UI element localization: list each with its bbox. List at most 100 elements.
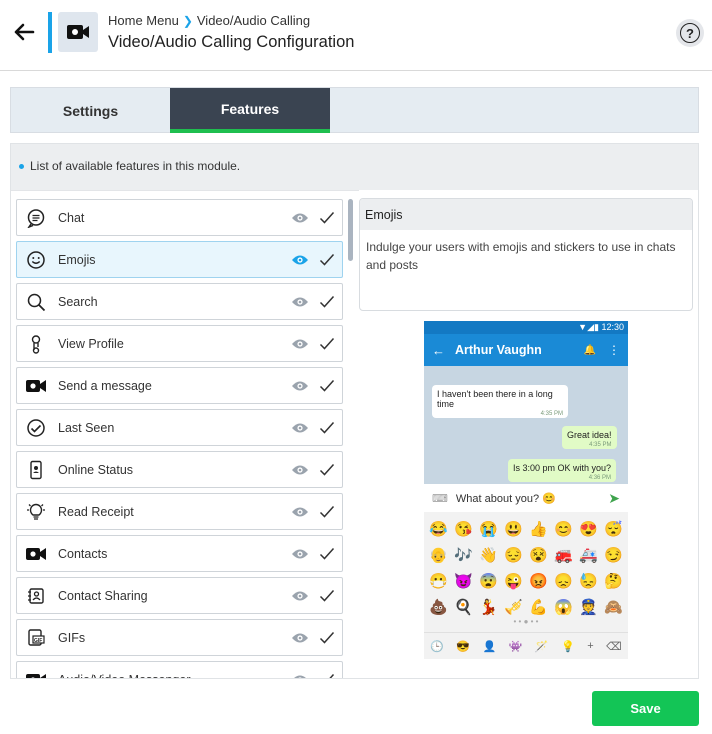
phone-menu-icon: ⋮ — [608, 343, 620, 357]
feature-detail-area: Emojis Indulge your users with emojis an… — [359, 190, 698, 678]
page-header: Home Menu ❯ Video/Audio Calling Video/Au… — [0, 0, 712, 71]
feature-item[interactable]: Last Seen — [16, 409, 343, 446]
phone-input-bar: ⌨ What about you? 😊 ➤ — [424, 484, 628, 512]
emoji-grid: 😂 😘 😭 😃 👍 😊 😍 😴 👴 🎶 👋 😔 😵 🚒 🚑 😏 😷 😈 😨 😜 😡 😞 😓 🤔 💩 🍳 💃 🎺 💪 😱 👮 🙈 — [424, 512, 628, 616]
emoji-cell: 😂 — [429, 521, 448, 538]
emoji-cell: 😜 — [504, 573, 523, 590]
checkmark-icon[interactable] — [319, 505, 335, 519]
info-text: List of available features in this modul… — [30, 159, 241, 173]
checkmark-icon[interactable] — [319, 379, 335, 393]
feature-item[interactable]: Contact Sharing — [16, 577, 343, 614]
feature-item-label: View Profile — [58, 336, 124, 351]
chat-bubble-time: 4:35 PM — [589, 442, 612, 448]
keyboard-icon: ⌨ — [432, 492, 448, 505]
feature-list-scrollbar[interactable] — [348, 199, 353, 261]
chat-bubble-text: I haven't been there in a long time — [437, 389, 553, 409]
emoji-cell: 😭 — [479, 521, 498, 538]
checkmark-icon[interactable] — [319, 253, 335, 267]
emoji-cell: 🚑 — [579, 547, 598, 564]
checkmark-icon[interactable] — [319, 295, 335, 309]
contact-card-icon — [25, 585, 47, 607]
checkmark-icon[interactable] — [319, 211, 335, 225]
eye-icon[interactable] — [291, 673, 309, 678]
emoji-category-tab: + — [587, 640, 594, 652]
emoji-cell: 😏 — [604, 547, 623, 564]
checkmark-icon[interactable] — [319, 589, 335, 603]
emoji-category-tab: 😎 — [456, 640, 471, 653]
emoji-cell: 😓 — [579, 573, 598, 590]
feature-item-label: Emojis — [58, 252, 96, 267]
checkmark-icon[interactable] — [319, 673, 335, 678]
emoji-cell: 😔 — [504, 547, 523, 564]
eye-icon[interactable] — [291, 211, 309, 225]
tab-bar: Settings Features — [10, 87, 699, 133]
breadcrumb-current: Video/Audio Calling — [196, 13, 311, 28]
video-call-icon — [25, 375, 47, 397]
help-button[interactable]: ? — [676, 19, 704, 47]
eye-icon[interactable] — [291, 379, 309, 393]
chat-bubble: Great idea! 4:35 PM — [562, 426, 617, 449]
emoji-cell: 🤔 — [604, 573, 623, 590]
eye-icon[interactable] — [291, 505, 309, 519]
feature-item[interactable]: Send a message — [16, 367, 343, 404]
tab-features[interactable]: Features — [170, 88, 330, 133]
gif-icon: GIF — [25, 627, 47, 649]
eye-icon[interactable] — [291, 463, 309, 477]
back-arrow-icon[interactable] — [12, 20, 36, 44]
feature-item[interactable]: GIF GIFs — [16, 619, 343, 656]
emoji-category-tab: 👾 — [508, 640, 523, 653]
feature-item[interactable]: Audio/Video Messenger — [16, 661, 343, 679]
chat-bubble: Is 3:00 pm OK with you? 4:36 PM — [508, 459, 617, 482]
emoji-cell: 😵 — [529, 547, 548, 564]
eye-icon[interactable] — [291, 589, 309, 603]
feature-item[interactable]: Read Receipt — [16, 493, 343, 530]
feature-item-label: Audio/Video Messenger — [58, 673, 291, 679]
feature-item-label: Online Status — [58, 462, 134, 477]
feature-item[interactable]: Contacts — [16, 535, 343, 572]
emoji-category-tab: 👤 — [482, 640, 497, 653]
emoji-cell: 😡 — [529, 573, 548, 590]
chat-bubble-time: 4:36 PM — [588, 475, 612, 481]
feature-item-label: Read Receipt — [58, 504, 134, 519]
breadcrumb: Home Menu ❯ Video/Audio Calling — [108, 13, 310, 28]
features-panel: List of available features in this modul… — [10, 143, 699, 679]
breadcrumb-chevron-icon: ❯ — [182, 13, 193, 28]
feature-item-label: Contact Sharing — [58, 588, 148, 603]
checkmark-icon[interactable] — [319, 631, 335, 645]
eye-icon[interactable] — [291, 295, 309, 309]
feature-item[interactable]: View Profile — [16, 325, 343, 362]
video-call-icon — [25, 669, 47, 678]
eye-icon[interactable] — [291, 421, 309, 435]
emoji-category-tab: 💡 — [561, 640, 575, 653]
save-button[interactable]: Save — [592, 691, 699, 726]
eye-icon[interactable] — [291, 547, 309, 561]
emoji-cell: 😈 — [454, 573, 473, 590]
eye-icon[interactable] — [291, 253, 309, 267]
checkmark-icon[interactable] — [319, 547, 335, 561]
checkmark-icon[interactable] — [319, 463, 335, 477]
profile-icon — [25, 333, 47, 355]
checkmark-icon[interactable] — [319, 337, 335, 351]
phone-chat-area: I haven't been there in a long time 4:35… — [424, 366, 628, 484]
emoji-category-tabs: 🕒 😎 👤 👾 🪄 💡 + ⌫ — [424, 632, 628, 659]
eye-icon[interactable] — [291, 337, 309, 351]
feature-item[interactable]: Emojis — [16, 241, 343, 278]
eye-icon[interactable] — [291, 631, 309, 645]
page-title: Video/Audio Calling Configuration — [108, 33, 355, 51]
video-call-icon — [25, 543, 47, 565]
feature-item[interactable]: Online Status — [16, 451, 343, 488]
feature-item[interactable]: Chat — [16, 199, 343, 236]
smiley-icon — [25, 249, 47, 271]
emoji-cell: 💃 — [479, 599, 498, 616]
phone-bell-icon: 🔔 — [583, 344, 596, 356]
breadcrumb-home-link[interactable]: Home Menu — [108, 13, 179, 28]
feature-detail-title: Emojis — [360, 199, 692, 230]
emoji-cell: 🍳 — [454, 599, 473, 616]
emoji-cell: 👍 — [529, 521, 548, 538]
feature-list[interactable]: Chat Emojis Search View Profile Send a messa… — [11, 190, 359, 679]
signal-wifi-battery-icon: ▼◢▮ — [578, 322, 602, 332]
feature-item[interactable]: Search — [16, 283, 343, 320]
checkmark-icon[interactable] — [319, 421, 335, 435]
tab-settings[interactable]: Settings — [11, 88, 170, 133]
feature-item-label: Last Seen — [58, 420, 115, 435]
